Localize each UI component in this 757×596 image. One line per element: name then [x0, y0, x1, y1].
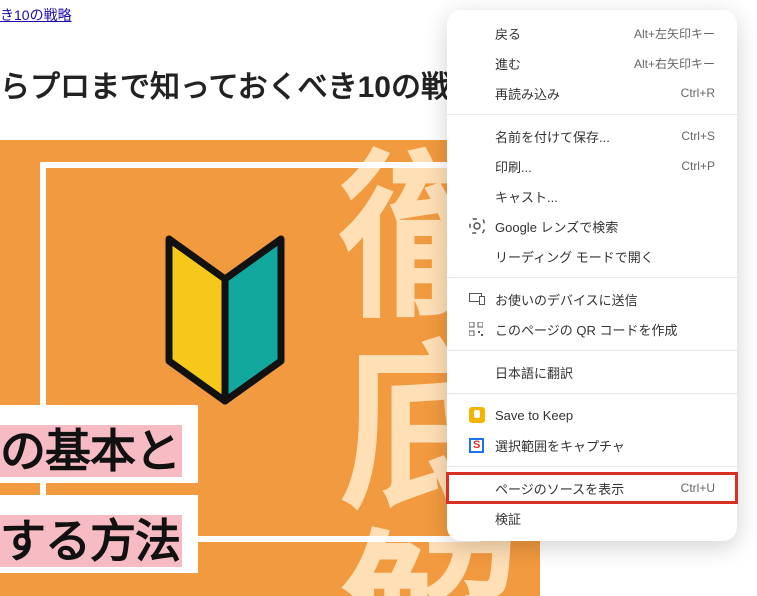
menu-item-label: Google レンズで検索 — [495, 217, 715, 236]
menu-item-label: リーディング モードで開く — [495, 247, 715, 266]
menu-item-google-lens[interactable]: Google レンズで検索 — [447, 211, 737, 241]
menu-item-view-source[interactable]: ページのソースを表示 Ctrl+U — [447, 473, 737, 503]
menu-item-shortcut: Alt+右矢印キー — [634, 55, 715, 72]
menu-item-label: 印刷... — [495, 157, 681, 176]
menu-item-print[interactable]: 印刷... Ctrl+P — [447, 151, 737, 181]
breadcrumb-link[interactable]: き10の戦略 — [0, 5, 72, 25]
menu-item-shortcut: Ctrl+P — [681, 159, 715, 173]
menu-separator — [447, 350, 737, 351]
menu-item-label: 再読み込み — [495, 84, 681, 103]
menu-item-send-to-device[interactable]: お使いのデバイスに送信 — [447, 284, 737, 314]
menu-item-label: ページのソースを表示 — [495, 479, 681, 498]
menu-separator — [447, 466, 737, 467]
menu-separator — [447, 114, 737, 115]
google-lens-icon — [469, 218, 495, 234]
menu-item-label: Save to Keep — [495, 408, 715, 423]
menu-item-label: 選択範囲をキャプチャ — [495, 436, 715, 455]
menu-item-shortcut: Alt+左矢印キー — [634, 25, 715, 42]
menu-item-shortcut: Ctrl+S — [681, 129, 715, 143]
menu-item-cast[interactable]: キャスト... — [447, 181, 737, 211]
menu-item-save-to-keep[interactable]: Save to Keep — [447, 400, 737, 430]
menu-item-label: 戻る — [495, 24, 634, 43]
menu-item-capture-selection[interactable]: 選択範囲をキャプチャ — [447, 430, 737, 460]
qr-code-icon — [469, 322, 495, 336]
menu-item-reload[interactable]: 再読み込み Ctrl+R — [447, 78, 737, 108]
menu-separator — [447, 277, 737, 278]
menu-item-label: お使いのデバイスに送信 — [495, 290, 715, 309]
page-title: らプロまで知っておくべき10の戦 — [0, 62, 451, 106]
menu-item-shortcut: Ctrl+R — [681, 86, 715, 100]
context-menu: 戻る Alt+左矢印キー 進む Alt+右矢印キー 再読み込み Ctrl+R 名… — [447, 10, 737, 541]
menu-item-save-as[interactable]: 名前を付けて保存... Ctrl+S — [447, 121, 737, 151]
page-background: き10の戦略 らプロまで知っておくべき10の戦 徹 底 解 の基本と する方法 … — [0, 0, 757, 596]
menu-item-create-qr[interactable]: このページの QR コードを作成 — [447, 314, 737, 344]
menu-item-shortcut: Ctrl+U — [681, 481, 715, 495]
menu-item-translate[interactable]: 日本語に翻訳 — [447, 357, 737, 387]
menu-item-label: キャスト... — [495, 187, 715, 206]
menu-item-label: 進む — [495, 54, 634, 73]
menu-item-label: 名前を付けて保存... — [495, 127, 681, 146]
menu-item-label: 検証 — [495, 509, 715, 528]
hero-text-band-1: の基本と — [0, 405, 198, 483]
menu-item-back[interactable]: 戻る Alt+左矢印キー — [447, 18, 737, 48]
google-keep-icon — [469, 407, 485, 423]
beginner-mark-icon — [165, 235, 285, 405]
menu-item-inspect[interactable]: 検証 — [447, 503, 737, 533]
menu-item-reading-mode[interactable]: リーディング モードで開く — [447, 241, 737, 271]
menu-separator — [447, 393, 737, 394]
menu-item-label: 日本語に翻訳 — [495, 363, 715, 382]
hero-text-band-2: する方法 — [0, 495, 198, 573]
devices-icon — [469, 293, 495, 305]
menu-item-forward[interactable]: 進む Alt+右矢印キー — [447, 48, 737, 78]
capture-icon — [469, 438, 484, 453]
menu-item-label: このページの QR コードを作成 — [495, 320, 715, 339]
